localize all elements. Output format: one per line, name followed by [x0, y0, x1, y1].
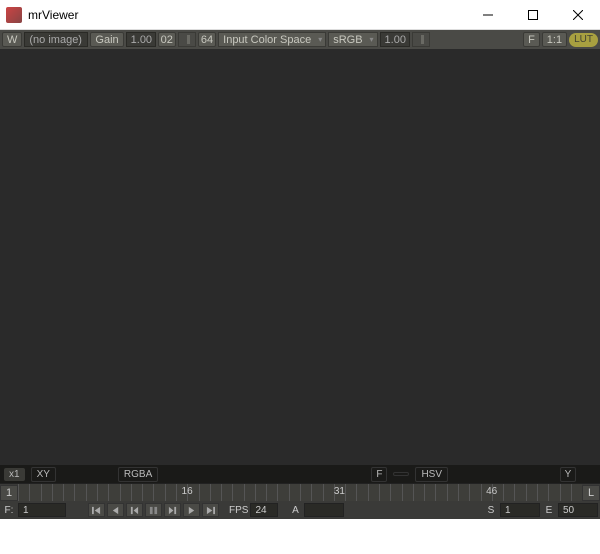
wipe-button[interactable]: W [2, 32, 22, 47]
pause-button[interactable] [145, 503, 162, 517]
timeline-start-button[interactable]: 1 [0, 485, 18, 501]
play-forward-button[interactable] [183, 503, 200, 517]
timeline-tick-2: 31 [334, 486, 345, 497]
start-label: S [484, 505, 498, 516]
end-label: E [542, 505, 556, 516]
fullscreen-button[interactable]: F [523, 32, 540, 47]
exposure-value[interactable]: 1.00 [380, 32, 410, 47]
step-back-button[interactable] [126, 503, 143, 517]
swatch-box [393, 472, 409, 476]
timeline-tick-3: 46 [486, 486, 497, 497]
titlebar: mrViewer [0, 0, 600, 30]
end-field[interactable]: 50 [558, 503, 598, 517]
filename-field[interactable]: (no image) [24, 32, 88, 47]
zoom-ratio-button[interactable]: 1:1 [542, 32, 567, 47]
image-viewport[interactable] [0, 49, 600, 465]
playback-controls: F: 1 FPS 24 A S 1 E 50 [0, 501, 600, 519]
status-bar: x1 XY RGBA F HSV Y [0, 465, 600, 483]
gamma-b-button[interactable]: 64 [198, 32, 216, 47]
window-title: mrViewer [28, 8, 465, 22]
step-forward-button[interactable] [164, 503, 181, 517]
fps-field[interactable]: 24 [250, 503, 278, 517]
goto-end-button[interactable] [202, 503, 219, 517]
timeline: 1 16 31 46 L [0, 483, 600, 501]
gain-value[interactable]: 1.00 [126, 32, 156, 47]
gain-label: Gain [90, 32, 123, 47]
coord-mode-button[interactable]: XY [31, 467, 56, 482]
timeline-tick-1: 16 [182, 486, 193, 497]
color-mode-button[interactable]: HSV [415, 467, 448, 482]
a-field[interactable] [304, 503, 344, 517]
goto-start-button[interactable] [88, 503, 105, 517]
frame-label: F: [2, 505, 16, 516]
colorspace-label-dropdown[interactable]: Input Color Space [218, 32, 326, 47]
gamma-slider[interactable] [178, 32, 196, 47]
frame-field[interactable]: 1 [18, 503, 66, 517]
colorspace-value-dropdown[interactable]: sRGB [328, 32, 377, 47]
start-field[interactable]: 1 [500, 503, 540, 517]
maximize-button[interactable] [510, 0, 555, 29]
top-toolbar: W (no image) Gain 1.00 02 64 Input Color… [0, 30, 600, 49]
channels-button[interactable]: RGBA [118, 467, 158, 482]
fps-label: FPS [229, 505, 248, 516]
app-icon [6, 7, 22, 23]
zoom-indicator[interactable]: x1 [4, 468, 25, 481]
close-button[interactable] [555, 0, 600, 29]
y-indicator[interactable]: Y [560, 467, 576, 482]
exposure-slider[interactable] [412, 32, 430, 47]
a-label: A [288, 505, 302, 516]
minimize-button[interactable] [465, 0, 510, 29]
timeline-track[interactable]: 16 31 46 [18, 484, 582, 501]
gamma-a-button[interactable]: 02 [158, 32, 176, 47]
lut-button[interactable]: LUT [569, 33, 598, 47]
timeline-loop-button[interactable]: L [582, 485, 600, 501]
play-reverse-button[interactable] [107, 503, 124, 517]
f-indicator[interactable]: F [371, 467, 387, 482]
